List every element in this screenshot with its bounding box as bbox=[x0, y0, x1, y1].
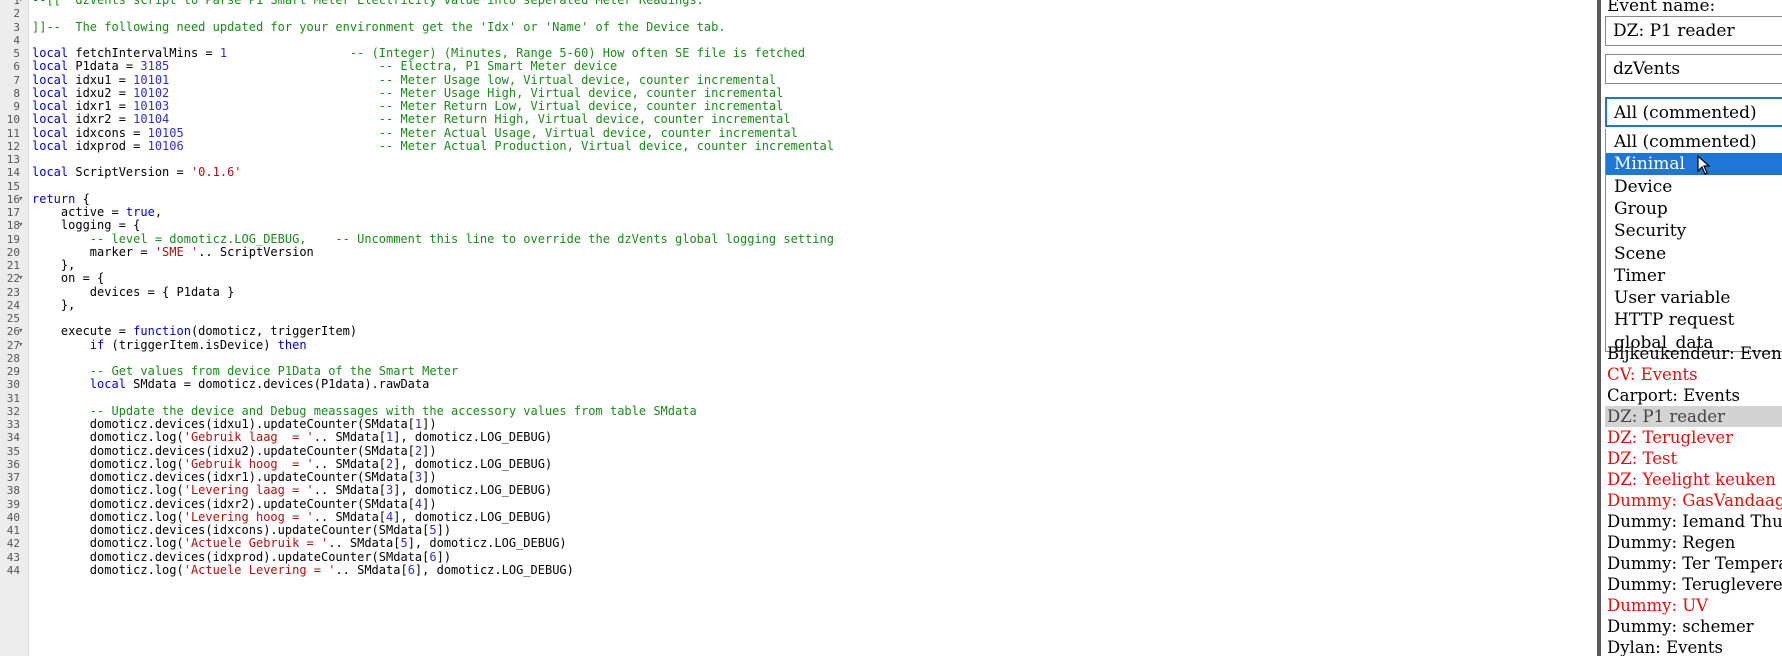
event-list-item[interactable]: Dummy: Regen bbox=[1605, 532, 1782, 553]
event-name-label: Event name: bbox=[1607, 0, 1716, 16]
code-editor[interactable]: 1 ▾ --[[ dzVents script to Parse P1 Smart … bbox=[0, 0, 1597, 656]
event-list-item[interactable]: Dummy: Iemand Thuis bbox=[1605, 511, 1782, 532]
event-list-item[interactable]: Bijkeukendeur: Events bbox=[1605, 343, 1782, 364]
event-list-item[interactable]: Dummy: Ter Temperatuur bbox=[1605, 553, 1782, 574]
template-option[interactable]: User variable bbox=[1606, 287, 1782, 309]
event-list-item[interactable]: DZ: Yeelight keuken bbox=[1605, 469, 1782, 490]
template-dropdown-list: All (commented) Minimal Device Group Securit… bbox=[1605, 129, 1782, 353]
template-option[interactable]: Security bbox=[1606, 220, 1782, 242]
event-list-item[interactable]: Dylan: Events bbox=[1605, 637, 1782, 656]
event-list-item[interactable]: CV: Events bbox=[1605, 364, 1782, 385]
event-list-item[interactable]: DZ: P1 reader bbox=[1605, 406, 1782, 427]
language-select[interactable]: dzVents bbox=[1605, 54, 1782, 84]
event-list-item[interactable]: Dummy: schemer bbox=[1605, 616, 1782, 637]
template-option[interactable]: Minimal bbox=[1606, 153, 1782, 176]
template-option[interactable]: Timer bbox=[1606, 265, 1782, 287]
code-text: local SMdata = domoticz.devices(P1data).… bbox=[89, 377, 430, 392]
event-list-item[interactable]: Carport: Events bbox=[1605, 385, 1782, 406]
code-text: }, bbox=[32, 297, 76, 312]
mouse-cursor-icon bbox=[1697, 155, 1711, 175]
line-number: 44 bbox=[6, 563, 20, 577]
template-option[interactable]: HTTP request bbox=[1606, 309, 1782, 331]
template-option[interactable]: Scene bbox=[1606, 243, 1782, 265]
code-text: local ScriptVersion = '0.1.6' bbox=[32, 165, 242, 180]
template-option[interactable]: Device bbox=[1606, 176, 1782, 198]
event-list-item[interactable]: DZ: Teruglever bbox=[1605, 427, 1782, 448]
code-text: domoticz.log('Actuele Levering = '.. SMd… bbox=[32, 562, 574, 577]
code-text: --[[ dzVents script to Parse P1 Smart Me… bbox=[32, 0, 704, 7]
template-select[interactable]: All (commented) bbox=[1605, 97, 1782, 127]
code-text: ]]-- The following need updated for your… bbox=[32, 19, 726, 34]
code-text: local idxprod = 10106 -- Meter Actual Pr… bbox=[32, 138, 834, 153]
sidebar-panel: Event name: DZ: P1 reader dzVents All (c… bbox=[1601, 0, 1782, 656]
template-option[interactable]: Group bbox=[1606, 198, 1782, 220]
event-list-item[interactable]: DZ: Test bbox=[1605, 448, 1782, 469]
event-list-item[interactable]: Dummy: Terugleveren bbox=[1605, 574, 1782, 595]
event-sidebar: Event name: DZ: P1 reader dzVents All (c… bbox=[1597, 0, 1782, 656]
event-list-item[interactable]: Dummy: GasVandaag bbox=[1605, 490, 1782, 511]
event-list-item[interactable]: Dummy: UV bbox=[1605, 595, 1782, 616]
code-text: if (triggerItem.isDevice) then bbox=[89, 337, 307, 352]
event-name-input[interactable]: DZ: P1 reader bbox=[1605, 16, 1782, 46]
template-option[interactable]: All (commented) bbox=[1606, 131, 1782, 153]
